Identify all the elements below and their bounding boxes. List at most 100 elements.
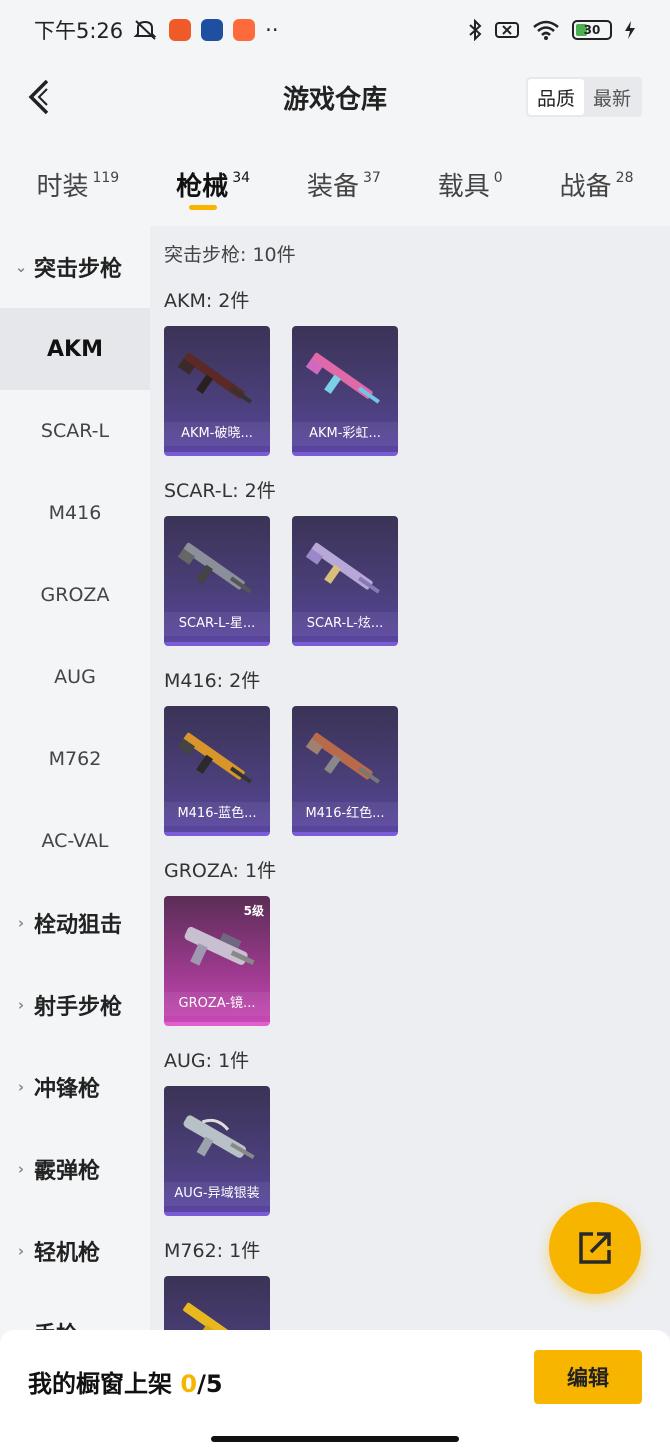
rifle-skin-icon [305, 542, 380, 594]
tab-count: 34 [232, 170, 251, 186]
share-button[interactable] [549, 1202, 641, 1294]
group-title: AUG: 1件 [164, 1050, 250, 1072]
rifle-skin-icon [184, 926, 255, 966]
rifle-skin-icon [177, 352, 252, 404]
weapon-card[interactable]: M416-蓝色... [164, 706, 270, 836]
status-time: 下午5:26 [34, 19, 124, 43]
group-title: AKM: 2件 [164, 290, 250, 312]
category-label: 霰弹枪 [34, 1159, 101, 1184]
battery-level: 30 [583, 23, 601, 37]
category-bolt-sniper[interactable]: › 栓动狙击 [0, 882, 150, 964]
chevron-down-icon: ⌄ [14, 258, 28, 276]
showcase-current-count: 0 [180, 1370, 198, 1398]
sidebar-item-aug[interactable]: AUG [0, 636, 150, 718]
category-label: 栓动狙击 [34, 913, 123, 938]
weapon-name: AUG-异域银装 [164, 1182, 270, 1206]
category-marksman-rifle[interactable]: › 射手步枪 [0, 964, 150, 1046]
category-smg[interactable]: › 冲锋枪 [0, 1046, 150, 1128]
rifle-skin-icon [305, 732, 380, 784]
weapon-card[interactable]: SCAR-L-星... [164, 516, 270, 646]
tab-supplies[interactable]: 战备 28 [560, 150, 634, 220]
bottom-bar: 我的橱窗上架 0/5 编辑 [0, 1330, 670, 1452]
category-lmg[interactable]: › 轻机枪 [0, 1210, 150, 1292]
group-title: SCAR-L: 2件 [164, 480, 276, 502]
weapon-name: AKM-彩虹... [292, 422, 398, 446]
category-shotgun[interactable]: › 霰弹枪 [0, 1128, 150, 1210]
rifle-skin-icon [177, 732, 252, 784]
tab-count: 119 [92, 170, 120, 186]
group-title: GROZA: 1件 [164, 860, 277, 882]
weapon-name: M416-蓝色... [164, 802, 270, 826]
app-notification-icon [201, 19, 224, 41]
weapon-name: SCAR-L-炫... [292, 612, 398, 636]
more-notifications: ·· [265, 18, 279, 42]
showcase-total-count: /5 [197, 1370, 223, 1398]
sidebar-item-scar-l[interactable]: SCAR-L [0, 390, 150, 472]
weapon-card[interactable]: AKM-彩虹... [292, 326, 398, 456]
weapon-name: GROZA-镜... [164, 992, 270, 1016]
tab-vehicles[interactable]: 载具 0 [438, 150, 503, 220]
weapon-name: AKM-破晓... [164, 422, 270, 446]
tab-label: 战备 [559, 172, 612, 202]
sidebar-item-m762[interactable]: M762 [0, 718, 150, 800]
back-arrow-icon [28, 79, 49, 115]
app-notification-icon [169, 19, 192, 41]
chevron-right-icon: › [17, 1242, 25, 1260]
wifi-icon [533, 20, 559, 40]
sidebar-item-m416[interactable]: M416 [0, 472, 150, 554]
rifle-skin-icon [177, 542, 252, 594]
showcase-label: 我的橱窗上架 [28, 1370, 172, 1398]
section-title: 突击步枪: 10件 [164, 244, 296, 266]
category-label: 射手步枪 [34, 995, 123, 1020]
signal-off-icon [495, 22, 519, 38]
bluetooth-icon [469, 19, 482, 41]
tab-label: 枪械 [176, 172, 229, 202]
battery-icon: 30 [572, 20, 612, 40]
tab-firearms[interactable]: 枪械 34 [176, 150, 250, 220]
chevron-right-icon: › [17, 1078, 25, 1096]
sort-toggle: 品质 最新 [525, 77, 642, 117]
home-indicator[interactable] [211, 1436, 459, 1442]
tab-fashion[interactable]: 时装 119 [36, 150, 119, 220]
weapon-name: SCAR-L-星... [164, 612, 270, 636]
rifle-skin-icon [183, 1115, 255, 1159]
external-link-icon [579, 1232, 611, 1264]
category-assault-rifle[interactable]: ⌄ 突击步枪 [0, 226, 150, 308]
sidebar-item-akm[interactable]: AKM [0, 308, 150, 390]
rifle-skin-icon [305, 352, 380, 404]
page-title: 游戏仓库 [282, 84, 387, 115]
chevron-right-icon: › [17, 1160, 25, 1178]
header: 游戏仓库 品质 最新 [0, 60, 670, 134]
tab-equipment[interactable]: 装备 37 [307, 150, 381, 220]
tab-label: 装备 [306, 172, 359, 202]
category-tabs: 时装 119 枪械 34 装备 37 载具 0 战备 28 [0, 150, 670, 220]
edit-button[interactable]: 编辑 [534, 1350, 642, 1404]
chevron-right-icon: › [17, 996, 25, 1014]
weapon-card[interactable]: M416-红色... [292, 706, 398, 836]
sort-by-newest[interactable]: 最新 [584, 79, 640, 115]
sidebar-item-groza[interactable]: GROZA [0, 554, 150, 636]
status-bar: 下午5:26 ·· 30 [0, 0, 670, 60]
weapon-name: M416-红色... [292, 802, 398, 826]
weapon-list[interactable]: 突击步枪: 10件 AKM: 2件 AKM-破晓... AKM-彩虹... SC… [150, 226, 670, 1336]
sort-by-quality[interactable]: 品质 [527, 79, 584, 115]
app-notification-icon [233, 19, 256, 41]
sidebar-item-ac-val[interactable]: AC-VAL [0, 800, 150, 882]
mute-icon [133, 20, 157, 40]
tab-label: 时装 [36, 172, 89, 202]
back-button[interactable] [16, 74, 62, 120]
tab-count: 37 [362, 170, 381, 186]
showcase-status: 我的橱窗上架 0/5 [28, 1364, 223, 1399]
tab-count: 0 [493, 170, 503, 186]
weapon-category-sidebar: ⌄ 突击步枪 AKM SCAR-L M416 GROZA AUG M762 AC… [0, 226, 150, 1336]
weapon-card[interactable]: SCAR-L-炫... [292, 516, 398, 646]
category-label: 冲锋枪 [34, 1077, 101, 1102]
weapon-card[interactable]: AUG-异域银装 [164, 1086, 270, 1216]
chevron-right-icon: › [17, 914, 25, 932]
weapon-card[interactable]: 5级 GROZA-镜... [164, 896, 270, 1026]
weapon-card[interactable]: AKM-破晓... [164, 326, 270, 456]
weapon-card[interactable] [164, 1276, 270, 1336]
tab-label: 载具 [437, 172, 490, 202]
category-label: 突击步枪 [34, 257, 123, 282]
tab-count: 28 [615, 170, 634, 186]
